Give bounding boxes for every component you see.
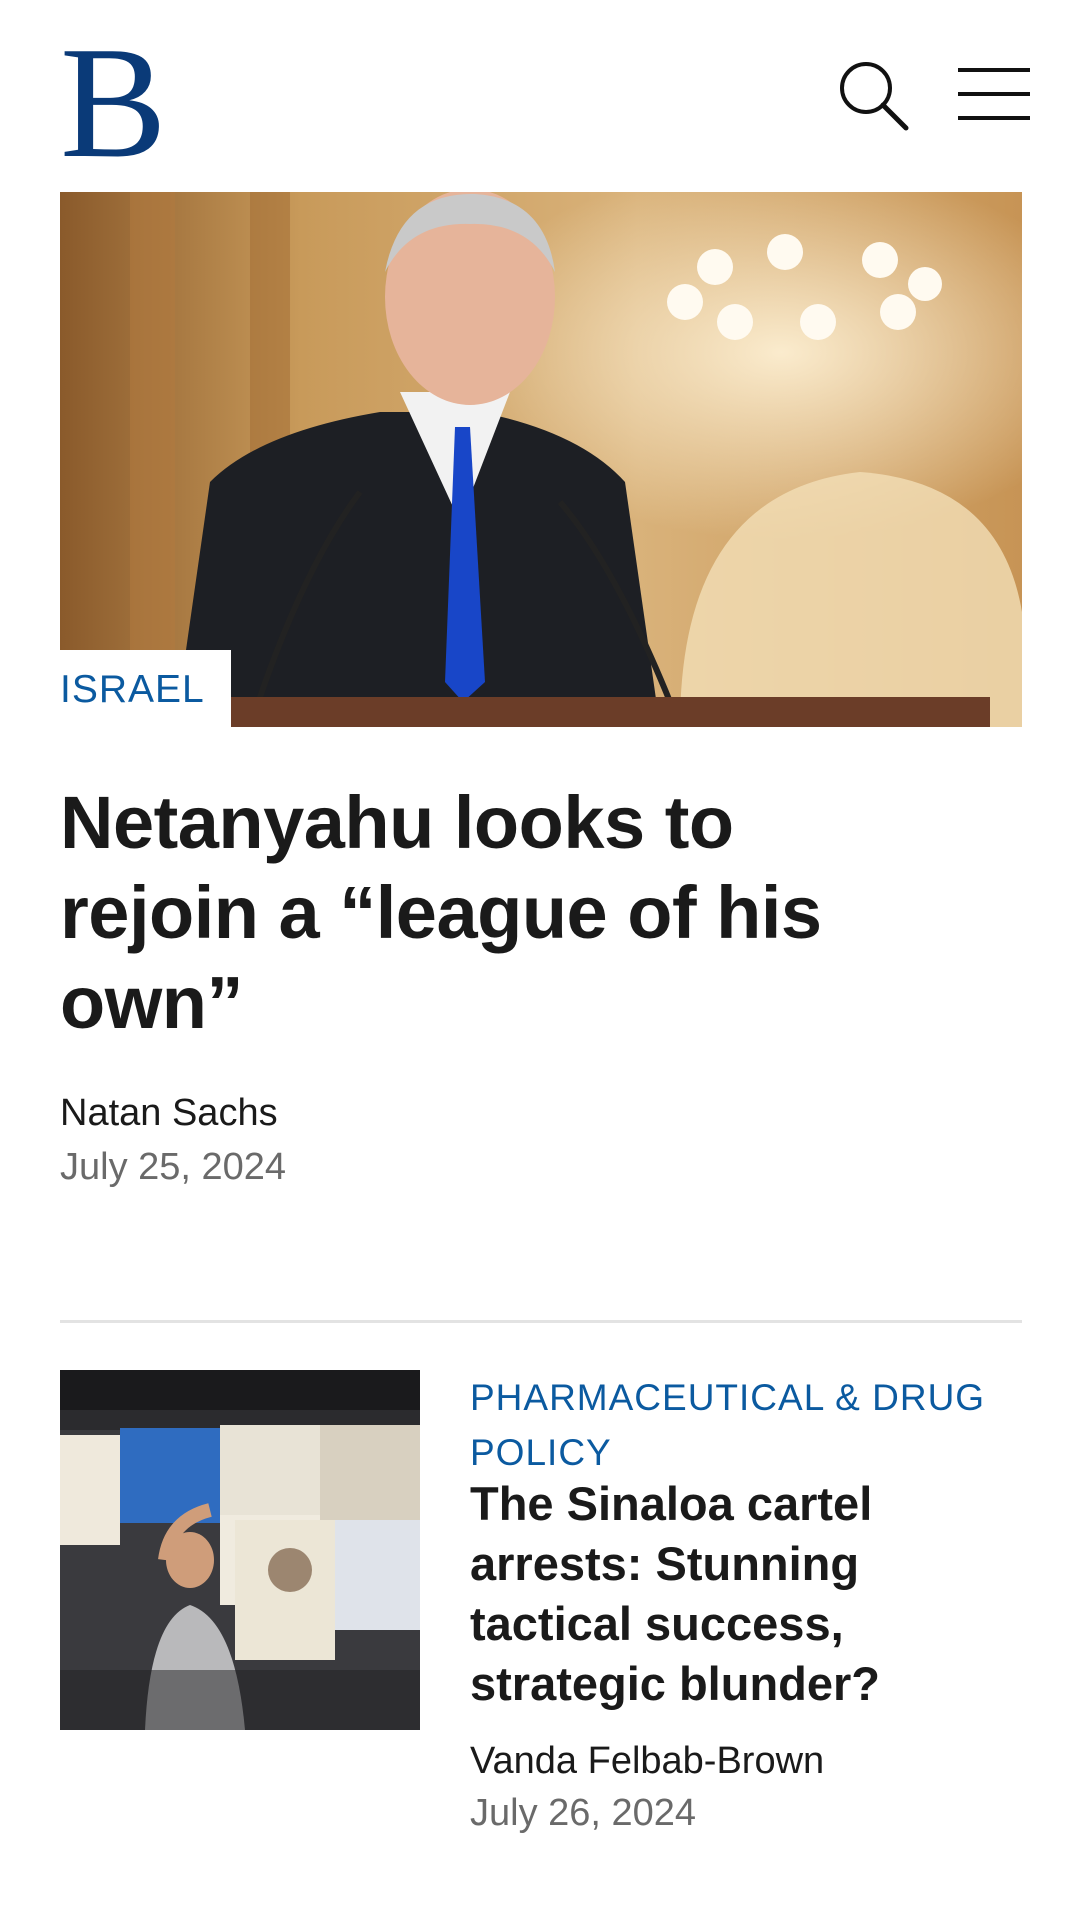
featured-headline[interactable]: Netanyahu looks to rejoin a “league of h…	[60, 778, 880, 1048]
article-thumbnail[interactable]	[60, 1370, 420, 1730]
featured-image[interactable]	[60, 192, 1022, 727]
featured-author[interactable]: Natan Sachs	[60, 1092, 278, 1135]
search-icon[interactable]	[836, 58, 910, 132]
site-header: B	[0, 0, 1080, 190]
featured-category-tag[interactable]: ISRAEL	[60, 650, 231, 730]
section-divider	[60, 1320, 1022, 1323]
featured-category[interactable]: ISRAEL	[60, 668, 205, 712]
featured-date: July 25, 2024	[60, 1146, 287, 1188]
hamburger-menu-icon[interactable]	[956, 64, 1032, 124]
article-date: July 26, 2024	[470, 1792, 697, 1834]
site-logo[interactable]: B	[60, 22, 167, 182]
article-author[interactable]: Vanda Felbab-Brown	[470, 1740, 824, 1783]
article-category[interactable]: PHARMACEUTICAL & DRUG POLICY	[470, 1370, 1030, 1480]
article-headline[interactable]: The Sinaloa cartel arrests: Stunning tac…	[470, 1474, 990, 1714]
